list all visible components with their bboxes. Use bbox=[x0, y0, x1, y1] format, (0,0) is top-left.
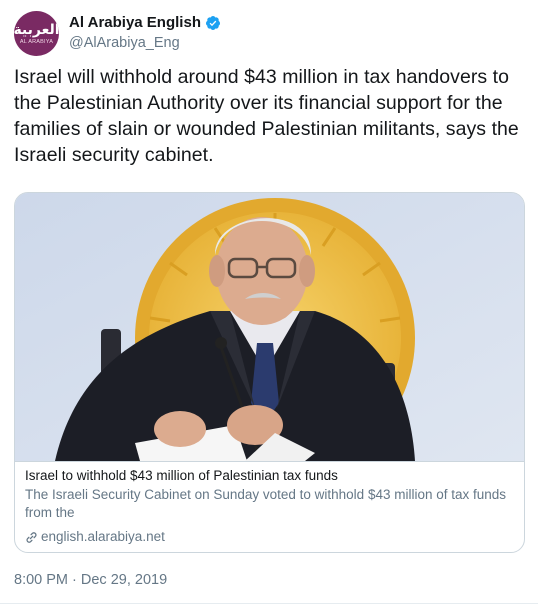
timestamp[interactable]: 8:00 PM · Dec 29, 2019 bbox=[14, 572, 167, 588]
avatar-logo-arabic: العربية bbox=[14, 21, 59, 38]
avatar-logo-english: AL ARABIYA bbox=[19, 38, 54, 45]
bottom-divider bbox=[0, 603, 538, 604]
card-title[interactable]: Israel to withhold $43 million of Palest… bbox=[25, 467, 514, 485]
tweet-text: Israel will withhold around $43 million … bbox=[14, 66, 519, 166]
display-name[interactable]: Al Arabiya English bbox=[69, 14, 201, 31]
link-icon bbox=[26, 531, 37, 543]
card-image[interactable] bbox=[15, 193, 524, 461]
card-photo bbox=[15, 193, 524, 461]
card-description: The Israeli Security Cabinet on Sunday v… bbox=[25, 487, 507, 520]
link-card[interactable]: Israel to withhold $43 million of Palest… bbox=[14, 192, 525, 553]
handle[interactable]: @AlArabiya_Eng bbox=[69, 35, 221, 51]
tweet: العربية AL ARABIYA Al Arabiya English @A… bbox=[0, 0, 538, 607]
card-body[interactable]: Israel to withhold $43 million of Palest… bbox=[15, 461, 524, 546]
avatar[interactable]: العربية AL ARABIYA bbox=[14, 11, 59, 56]
card-domain[interactable]: english.alarabiya.net bbox=[25, 528, 514, 546]
user-block: Al Arabiya English @AlArabiya_Eng bbox=[69, 13, 221, 51]
display-name-row: Al Arabiya English bbox=[69, 13, 221, 32]
verified-badge-icon bbox=[205, 15, 220, 30]
card-domain-text[interactable]: english.alarabiya.net bbox=[41, 528, 165, 546]
